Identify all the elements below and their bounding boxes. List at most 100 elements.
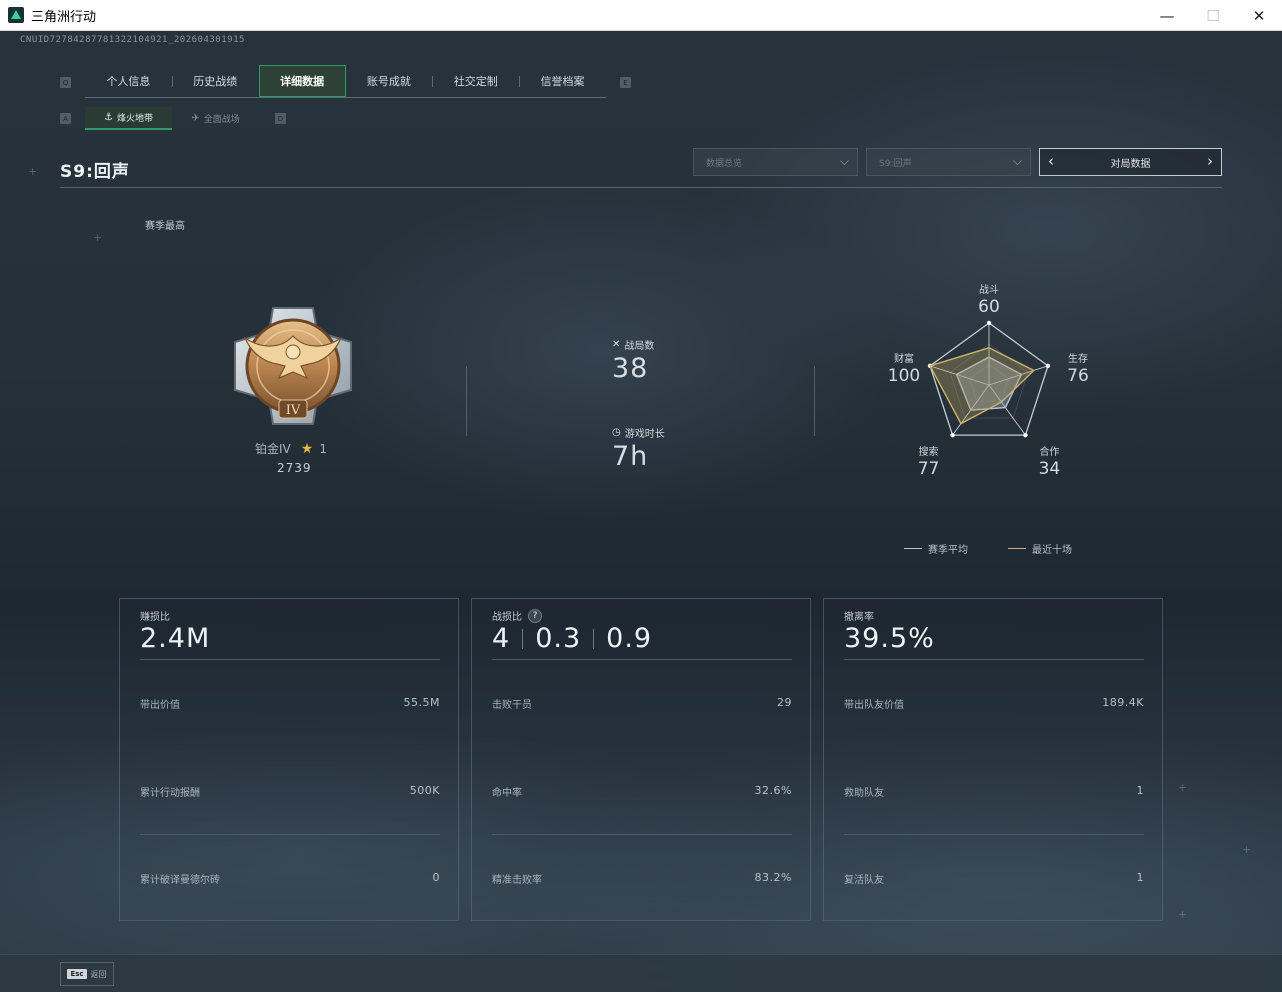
playtime-value: 7h — [612, 441, 649, 472]
kd-value: 4 — [492, 623, 511, 654]
crosshair-decoration: + — [1178, 908, 1188, 921]
row-label: 精准击败率 — [492, 875, 542, 886]
radar-axis-label: 合作 — [1039, 445, 1059, 458]
match-data-pager: ‹ 对局数据 › — [1039, 148, 1222, 176]
close-button[interactable]: ✕ — [1236, 0, 1282, 31]
main-panel: CNUID72784287781322104921_202604301915 +… — [0, 31, 1282, 992]
legend-avg-swatch — [904, 548, 922, 549]
card-value: 39.5% — [844, 623, 935, 654]
section-divider — [814, 366, 815, 436]
key-hint-e: E — [620, 77, 631, 88]
dropdown-value: S9:回声 — [879, 158, 912, 169]
radar-axis-value: 77 — [918, 459, 940, 479]
crosshair-decoration: + — [28, 165, 38, 178]
subtab-flame-zone[interactable]: ⚓ 烽火地带 — [85, 107, 172, 130]
games-value: 38 — [612, 353, 649, 384]
row-value: 55.5M — [403, 696, 440, 709]
chevron-down-icon: ⌵ — [1012, 154, 1022, 168]
badge-numeral: IV — [286, 403, 301, 418]
card-label: 撤离率 — [844, 612, 874, 623]
chevron-down-icon: ⌵ — [839, 154, 849, 168]
row-label: 累计行动报酬 — [140, 788, 200, 799]
card-label-text: 战损比 — [492, 612, 522, 623]
mode-subtabs: ⚓ 烽火地带 ✈ 全面战场 — [85, 107, 259, 130]
value-separator — [593, 628, 595, 649]
season-dropdown[interactable]: S9:回声 ⌵ — [866, 148, 1031, 176]
row-label: 带出价值 — [140, 700, 180, 711]
row-label: 带出队友价值 — [844, 700, 904, 711]
key-hint-a: A — [60, 113, 71, 124]
tab-detailed-data[interactable]: 详细数据 — [258, 65, 346, 97]
games-label: ✕ 战局数 — [612, 337, 654, 352]
bottom-bar: Esc 返回 — [0, 954, 1282, 992]
back-button[interactable]: Esc 返回 — [60, 962, 114, 986]
row-label: 累计破译曼德尔砖 — [140, 875, 220, 886]
card-row: 带出价值 55.5M — [140, 696, 440, 711]
row-label: 救助队友 — [844, 788, 884, 799]
section-divider — [466, 366, 467, 436]
rank-stars: 1 — [319, 441, 327, 456]
card-row: 精准击败率 83.2% — [492, 871, 792, 886]
radar-axis-dot — [1023, 432, 1028, 438]
row-value: 1 — [1136, 871, 1144, 884]
card-row: 累计破译曼德尔砖 0 — [140, 871, 440, 886]
card-row: 带出队友价值 189.4K — [844, 696, 1144, 711]
tab-personal-info[interactable]: 个人信息 — [85, 65, 172, 97]
radar-axis-dot — [986, 320, 992, 326]
card-row: 救助队友 1 — [844, 784, 1144, 799]
card-divider — [492, 834, 792, 835]
card-divider — [492, 659, 792, 660]
radar-axis-label: 财富 — [894, 352, 914, 365]
window-titlebar: 三角洲行动 — ☐ ✕ — [0, 0, 1282, 31]
rank-score: 2739 — [277, 461, 312, 475]
radar-axis-dot — [950, 432, 955, 438]
ability-radar-chart: 战斗60 生存76 合作34 搜索77 财富100 — [888, 284, 1089, 479]
legend-season-avg: 赛季平均 — [904, 541, 968, 556]
row-value: 32.6% — [754, 784, 792, 797]
kd-ratio-card: 战损比 ? 4 0.3 0.9 击败干员 29 命中率 32.6% 精准击败率 … — [471, 598, 811, 921]
card-label: 战损比 ? — [492, 608, 542, 623]
tab-social-custom[interactable]: 社交定制 — [432, 65, 519, 97]
card-row: 命中率 32.6% — [492, 784, 792, 799]
tab-match-history[interactable]: 历史战绩 — [171, 65, 259, 97]
clock-icon: ◷ — [612, 427, 621, 438]
legend-avg-label: 赛季平均 — [928, 545, 968, 556]
chevron-left-icon[interactable]: ‹ — [1048, 152, 1054, 170]
radar-axis-dot — [1045, 363, 1051, 369]
help-icon[interactable]: ? — [528, 608, 542, 623]
season-best-label: 赛季最高 — [145, 221, 185, 232]
rank-tier: 铂金IV — [255, 442, 291, 456]
row-value: 29 — [777, 696, 792, 709]
card-row: 累计行动报酬 500K — [140, 784, 440, 799]
radar-axis-value: 60 — [978, 297, 1000, 317]
crosshair-decoration: + — [1242, 843, 1252, 856]
card-divider — [140, 834, 440, 835]
card-row: 击败干员 29 — [492, 696, 792, 711]
subtab-battlefield[interactable]: ✈ 全面战场 — [172, 107, 259, 130]
season-title: S9:回声 — [60, 162, 130, 182]
kd-value: 0.3 — [535, 623, 582, 654]
legend-recent-ten: 最近十场 — [1008, 541, 1072, 556]
minimize-button[interactable]: — — [1144, 0, 1190, 31]
window-title: 三角洲行动 — [31, 9, 97, 25]
card-value-group: 4 0.3 0.9 — [492, 623, 652, 654]
crossed-swords-icon: ✕ — [612, 339, 621, 350]
battlefield-icon: ✈ — [191, 113, 200, 124]
data-mode-dropdown[interactable]: 数据总览 ⌵ — [693, 148, 858, 176]
chevron-right-icon[interactable]: › — [1207, 152, 1213, 170]
key-hint-q: Q — [60, 77, 71, 88]
games-label-text: 战局数 — [624, 341, 655, 352]
tab-reputation[interactable]: 信誉档案 — [519, 65, 606, 97]
radar-axis-label: 生存 — [1068, 352, 1088, 365]
app-logo-icon — [8, 7, 24, 23]
maximize-button[interactable]: ☐ — [1190, 0, 1236, 31]
row-label: 复活队友 — [844, 875, 884, 886]
dropdown-value: 数据总览 — [706, 158, 743, 169]
card-divider — [140, 659, 440, 660]
profit-loss-card: 赚损比 2.4M 带出价值 55.5M 累计行动报酬 500K 累计破译曼德尔砖… — [119, 598, 459, 921]
card-row: 复活队友 1 — [844, 871, 1144, 886]
radar-axis-value: 100 — [888, 366, 920, 386]
radar-axis-label: 战斗 — [979, 284, 999, 296]
tab-achievements[interactable]: 账号成就 — [346, 65, 433, 97]
radar-axis-value: 34 — [1039, 459, 1061, 479]
